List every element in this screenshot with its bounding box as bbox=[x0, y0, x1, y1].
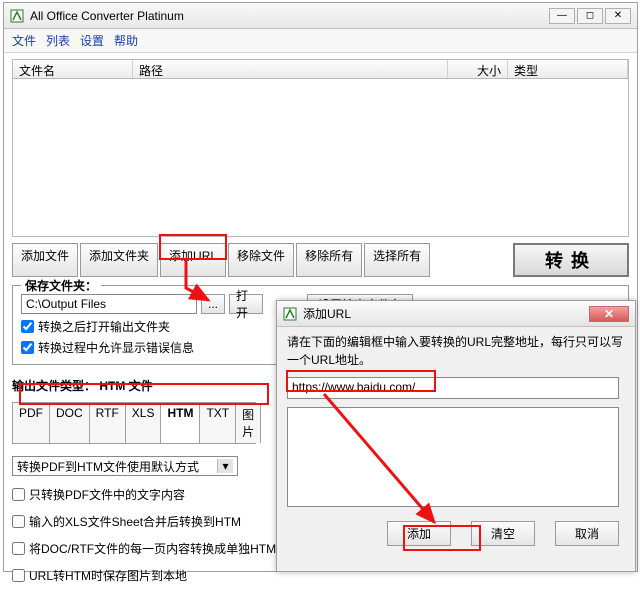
tab-rtf[interactable]: RTF bbox=[90, 403, 126, 443]
dialog-body: 请在下面的编辑框中输入要转换的URL完整地址，每行只可以写一个URL地址。 ht… bbox=[277, 327, 635, 552]
browse-button[interactable]: ... bbox=[201, 294, 225, 314]
close-button[interactable]: ✕ bbox=[605, 8, 631, 24]
col-size[interactable]: 大小 bbox=[448, 60, 508, 78]
opt-url-save-images-input[interactable] bbox=[12, 569, 25, 582]
output-type-prefix: 输出文件类型： bbox=[12, 379, 96, 393]
select-all-button[interactable]: 选择所有 bbox=[364, 243, 430, 277]
show-errors-label: 转换过程中允许显示错误信息 bbox=[38, 339, 194, 356]
tab-image[interactable]: 图片 bbox=[236, 403, 261, 443]
dialog-cancel-button[interactable]: 取消 bbox=[555, 521, 619, 546]
opt-text-only-label: 只转换PDF文件中的文字内容 bbox=[29, 486, 185, 503]
remove-all-button[interactable]: 移除所有 bbox=[296, 243, 362, 277]
titlebar: All Office Converter Platinum — ◻ ✕ bbox=[4, 3, 637, 29]
combo-value: 转换PDF到HTM文件使用默认方式 bbox=[17, 458, 199, 475]
chevron-down-icon: ▾ bbox=[217, 459, 233, 473]
opt-xls-merge-input[interactable] bbox=[12, 515, 25, 528]
dialog-clear-button[interactable]: 清空 bbox=[471, 521, 535, 546]
window-buttons: — ◻ ✕ bbox=[549, 8, 631, 24]
add-url-button[interactable]: 添加URL bbox=[160, 243, 226, 277]
output-path-input[interactable]: C:\Output Files bbox=[21, 294, 197, 314]
url-input[interactable]: https://www.baidu.com/ bbox=[287, 377, 619, 399]
minimize-button[interactable]: — bbox=[549, 8, 575, 24]
col-type[interactable]: 类型 bbox=[508, 60, 628, 78]
dialog-titlebar: 添加URL ✕ bbox=[277, 301, 635, 327]
col-path[interactable]: 路径 bbox=[133, 60, 448, 78]
opt-text-only-input[interactable] bbox=[12, 488, 25, 501]
opt-xls-merge-label: 输入的XLS文件Sheet合并后转换到HTM bbox=[29, 513, 241, 530]
dialog-add-button[interactable]: 添加 bbox=[387, 521, 451, 546]
toolbar: 添加文件 添加文件夹 添加URL 移除文件 移除所有 选择所有 转换 bbox=[12, 243, 629, 277]
tab-htm[interactable]: HTM bbox=[161, 403, 200, 443]
dialog-title: 添加URL bbox=[303, 305, 589, 322]
menu-settings[interactable]: 设置 bbox=[80, 32, 104, 49]
file-list-header: 文件名 路径 大小 类型 bbox=[12, 59, 629, 79]
tab-doc[interactable]: DOC bbox=[50, 403, 90, 443]
open-after-checkbox-input[interactable] bbox=[21, 320, 34, 333]
save-folder-label: 保存文件夹： bbox=[21, 277, 101, 294]
file-list[interactable] bbox=[12, 79, 629, 237]
show-errors-checkbox-input[interactable] bbox=[21, 341, 34, 354]
open-button[interactable]: 打开 bbox=[229, 294, 263, 314]
add-url-dialog: 添加URL ✕ 请在下面的编辑框中输入要转换的URL完整地址，每行只可以写一个U… bbox=[276, 300, 636, 572]
convert-button[interactable]: 转换 bbox=[513, 243, 629, 277]
add-file-button[interactable]: 添加文件 bbox=[12, 243, 78, 277]
opt-doc-per-page-label: 将DOC/RTF文件的每一页内容转换成单独HTM bbox=[29, 540, 276, 557]
dialog-message: 请在下面的编辑框中输入要转换的URL完整地址，每行只可以写一个URL地址。 bbox=[287, 333, 625, 369]
add-folder-button[interactable]: 添加文件夹 bbox=[80, 243, 158, 277]
menu-help[interactable]: 帮助 bbox=[114, 32, 138, 49]
maximize-button[interactable]: ◻ bbox=[577, 8, 603, 24]
tab-txt[interactable]: TXT bbox=[200, 403, 236, 443]
menubar: 文件 列表 设置 帮助 bbox=[4, 29, 637, 53]
opt-url-save-images-label: URL转HTM时保存图片到本地 bbox=[29, 567, 187, 584]
col-filename[interactable]: 文件名 bbox=[13, 60, 133, 78]
open-after-label: 转换之后打开输出文件夹 bbox=[38, 318, 170, 335]
remove-file-button[interactable]: 移除文件 bbox=[228, 243, 294, 277]
app-icon bbox=[10, 9, 24, 23]
dialog-close-button[interactable]: ✕ bbox=[589, 306, 629, 322]
opt-doc-per-page-input[interactable] bbox=[12, 542, 25, 555]
menu-file[interactable]: 文件 bbox=[12, 32, 36, 49]
format-tabs: PDF DOC RTF XLS HTM TXT 图片 bbox=[12, 402, 256, 444]
url-list[interactable] bbox=[287, 407, 619, 507]
convert-mode-combo[interactable]: 转换PDF到HTM文件使用默认方式 ▾ bbox=[12, 456, 238, 476]
output-type-value: HTM 文件 bbox=[99, 379, 152, 393]
dialog-buttons: 添加 清空 取消 bbox=[287, 521, 625, 546]
window-title: All Office Converter Platinum bbox=[30, 9, 549, 23]
dialog-icon bbox=[283, 307, 297, 321]
menu-list[interactable]: 列表 bbox=[46, 32, 70, 49]
tab-xls[interactable]: XLS bbox=[126, 403, 162, 443]
tab-pdf[interactable]: PDF bbox=[13, 403, 50, 443]
